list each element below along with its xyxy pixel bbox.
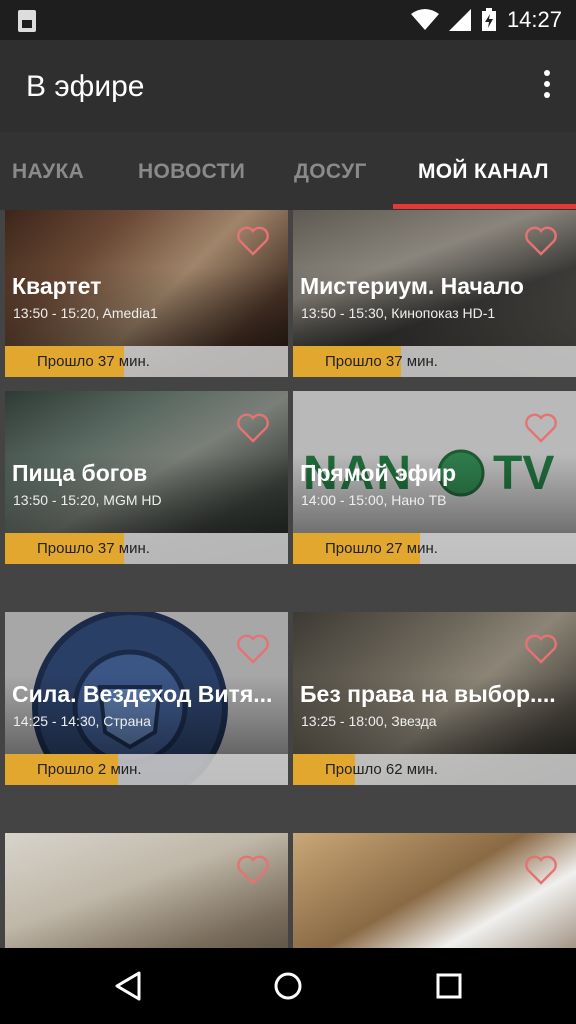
battery-charging-icon xyxy=(481,8,496,31)
progress-label: Прошло 62 мин. xyxy=(325,761,438,778)
favorite-heart-icon[interactable] xyxy=(236,226,270,256)
program-grid[interactable]: Квартет 13:50 - 15:20, Amedia1 Прошло 37… xyxy=(0,210,576,948)
program-time: 13:50 - 15:20, MGM HD xyxy=(13,492,162,508)
cell-signal-icon xyxy=(448,9,471,31)
program-title: Сила. Вездеход Витя... xyxy=(12,681,273,707)
favorite-heart-icon[interactable] xyxy=(236,855,270,885)
wifi-icon xyxy=(410,9,439,30)
progress-bar: Прошло 37 мин. xyxy=(5,346,288,377)
program-time: 14:00 - 15:00, Нано ТВ xyxy=(301,492,447,508)
tab-dosug[interactable]: ДОСУГ xyxy=(294,160,367,184)
program-card[interactable]: NAN TV Прямой эфир 14:00 - 15:00, Нано Т… xyxy=(293,391,576,564)
progress-label: Прошло 37 мин. xyxy=(37,540,150,557)
program-time: 14:25 - 14:30, Страна xyxy=(13,713,151,729)
program-card[interactable]: Пища богов 13:50 - 15:20, MGM HD Прошло … xyxy=(5,391,288,564)
progress-bar: Прошло 62 мин. xyxy=(293,754,576,785)
home-icon[interactable] xyxy=(272,970,304,1002)
program-title: Прямой эфир xyxy=(300,460,457,486)
favorite-heart-icon[interactable] xyxy=(524,413,558,443)
active-tab-indicator xyxy=(393,204,576,209)
progress-bar: Прошло 37 мин. xyxy=(5,533,288,564)
program-title: Без права на выбор.... xyxy=(300,681,556,707)
progress-label: Прошло 37 мин. xyxy=(37,353,150,370)
program-card[interactable]: Без права на выбор.... 13:25 - 18:00, Зв… xyxy=(293,612,576,785)
tab-bar: НАУКА НОВОСТИ ДОСУГ МОЙ КАНАЛ xyxy=(0,132,576,210)
progress-label: Прошло 37 мин. xyxy=(325,353,438,370)
program-title: Пища богов xyxy=(12,460,148,486)
program-card[interactable] xyxy=(5,833,288,948)
page-title: В эфире xyxy=(26,70,145,103)
program-time: 13:50 - 15:30, Кинопоказ HD-1 xyxy=(301,305,496,321)
recent-apps-icon[interactable] xyxy=(435,972,463,1000)
program-thumbnail xyxy=(5,833,288,948)
program-time: 13:25 - 18:00, Звезда xyxy=(301,713,437,729)
favorite-heart-icon[interactable] xyxy=(236,413,270,443)
program-card[interactable]: Квартет 13:50 - 15:20, Amedia1 Прошло 37… xyxy=(5,210,288,377)
progress-bar: Прошло 37 мин. xyxy=(293,346,576,377)
program-card[interactable]: Сила. Вездеход Витя... 14:25 - 14:30, Ст… xyxy=(5,612,288,785)
clock: 14:27 xyxy=(506,7,562,32)
progress-bar: Прошло 2 мин. xyxy=(5,754,288,785)
status-bar: 14:27 xyxy=(0,0,576,40)
program-thumbnail xyxy=(293,833,576,948)
overflow-menu-icon[interactable] xyxy=(542,70,552,104)
program-title: Мистериум. Начало xyxy=(300,273,524,299)
progress-bar: Прошло 27 мин. xyxy=(293,533,576,564)
program-title: Квартет xyxy=(12,273,102,299)
sim-card-icon xyxy=(18,10,36,32)
program-time: 13:50 - 15:20, Amedia1 xyxy=(13,305,158,321)
progress-label: Прошло 2 мин. xyxy=(37,761,142,778)
progress-label: Прошло 27 мин. xyxy=(325,540,438,557)
program-card[interactable] xyxy=(293,833,576,948)
program-card[interactable]: Мистериум. Начало 13:50 - 15:30, Кинопок… xyxy=(293,210,576,377)
favorite-heart-icon[interactable] xyxy=(524,634,558,664)
back-icon[interactable] xyxy=(113,970,143,1002)
tab-novosti[interactable]: НОВОСТИ xyxy=(138,160,245,184)
favorite-heart-icon[interactable] xyxy=(236,634,270,664)
tab-nauka[interactable]: НАУКА xyxy=(12,160,84,184)
favorite-heart-icon[interactable] xyxy=(524,226,558,256)
tab-my-channel[interactable]: МОЙ КАНАЛ xyxy=(418,160,549,184)
app-bar: В эфире xyxy=(0,40,576,132)
favorite-heart-icon[interactable] xyxy=(524,855,558,885)
system-navigation-bar xyxy=(0,948,576,1024)
